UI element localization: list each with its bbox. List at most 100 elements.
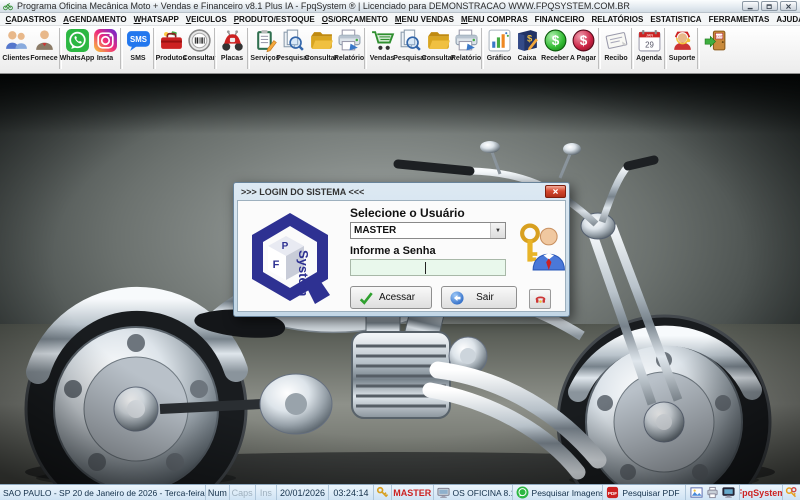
printer-icon	[337, 28, 362, 53]
status-os-version: OS OFICINA 8.1	[434, 485, 513, 500]
login-dialog: >>> LOGIN DO SISTEMA <<< P F System Sele…	[233, 182, 570, 317]
toolbar-button-suporte[interactable]: Suporte	[668, 27, 696, 63]
svg-text:F: F	[273, 259, 280, 271]
app-window: Programa Oficina Mecânica Moto + Vendas …	[0, 0, 800, 500]
password-label: Informe a Senha	[350, 245, 436, 257]
supplier-icon	[32, 28, 57, 53]
toolbar-button-agenda[interactable]: JAN29 Agenda	[635, 27, 663, 63]
services-icon	[253, 28, 278, 53]
toolbar-separator	[120, 28, 123, 69]
login-dialog-titlebar: >>> LOGIN DO SISTEMA <<<	[237, 183, 566, 200]
menu-item-veiculos[interactable]: VEICULOS	[182, 15, 230, 24]
fpq-logo: P F System	[247, 206, 333, 310]
user-select-value: MASTER	[351, 225, 490, 236]
status-user-key	[374, 485, 392, 500]
menu-item-financeiro[interactable]: FINANCEIRO	[531, 15, 588, 24]
user-key-icon	[519, 223, 566, 271]
toolbar-button-relat-rio[interactable]: Relatório	[452, 27, 480, 63]
search-docs-icon	[281, 28, 306, 53]
status-time: 03:24:14	[329, 485, 374, 500]
menu-item-whatsapp[interactable]: WHATSAPP	[130, 15, 182, 24]
menu-item-menu-vendas[interactable]: MENU VENDAS	[391, 15, 457, 24]
menu-item-estatistica[interactable]: ESTATISTICA	[647, 15, 705, 24]
toolbar-button-servi-os[interactable]: Serviços	[251, 27, 279, 63]
check-icon	[359, 291, 373, 305]
search-images-button[interactable]: Pesquisar Imagens	[513, 485, 604, 500]
support-icon	[670, 28, 695, 53]
toolbar-button-consultar[interactable]: Consultar	[424, 27, 452, 63]
toolbar: Clientes Fornece WhatsApp Insta SMS SMS …	[0, 26, 800, 74]
toolbar-button-relat-rio[interactable]: Relatório	[335, 27, 363, 63]
password-input[interactable]	[350, 259, 506, 276]
user-select-label: Selecione o Usuário	[350, 206, 465, 220]
login-dialog-body: P F System Selecione o Usuário MASTER ▼ …	[237, 200, 566, 312]
toolbar-button-consultar[interactable]: Consultar	[185, 27, 213, 63]
toolbar-button-vendas[interactable]: Vendas	[368, 27, 396, 63]
folder-icon	[309, 28, 334, 53]
status-caps-lock: Caps	[230, 485, 256, 500]
user-select[interactable]: MASTER ▼	[350, 222, 506, 239]
system-small-icon	[437, 486, 450, 499]
menu-item-produto-estoque[interactable]: PRODUTO/ESTOQUE	[230, 15, 318, 24]
maximize-button[interactable]	[761, 1, 778, 11]
access-button[interactable]: Acessar	[350, 286, 432, 309]
svg-text:JAN: JAN	[645, 34, 652, 38]
search-docs-icon	[398, 28, 423, 53]
toolbar-separator	[631, 28, 634, 69]
status-quick-icons	[686, 485, 739, 500]
dialog-close-button[interactable]	[545, 185, 566, 198]
exit-button[interactable]: Sair	[441, 286, 517, 309]
toolbar-button-whatsapp[interactable]: WhatsApp	[63, 27, 91, 63]
menu-item-ajuda[interactable]: AJUDA	[773, 15, 800, 24]
status-keys	[783, 485, 800, 500]
toolbar-button-pesquisar[interactable]: Pesquisar	[396, 27, 424, 63]
search-pdf-button[interactable]: PDF Pesquisar PDF	[603, 485, 686, 500]
text-caret	[425, 262, 426, 274]
status-insert: Ins	[256, 485, 278, 500]
toolbar-button-fornece[interactable]: Fornece	[30, 27, 58, 63]
keys-small-icon	[785, 486, 798, 499]
printer-small-icon[interactable]	[706, 486, 719, 499]
svg-text:EXIT: EXIT	[715, 35, 722, 39]
folder-icon	[426, 28, 451, 53]
sms-icon: SMS	[126, 28, 151, 53]
status-user: MASTER	[392, 485, 434, 500]
image-small-icon[interactable]	[690, 486, 703, 499]
menu-item-menu-compras[interactable]: MENU COMPRAS	[457, 15, 531, 24]
toolbar-button-receber[interactable]: $ Receber	[541, 27, 569, 63]
toolbar-button-produtos[interactable]: Produtos	[157, 27, 185, 63]
toolbar-button-clientes[interactable]: Clientes	[2, 27, 30, 63]
pay-money-icon: $	[571, 28, 596, 53]
close-icon	[785, 3, 792, 10]
toolbar-button-exit-door-icon[interactable]: EXIT	[701, 27, 729, 54]
toolbar-button-recibo[interactable]: Recibo	[602, 27, 630, 63]
menu-item-os-or-amento[interactable]: OS/ORÇAMENTO	[318, 15, 391, 24]
menu-item-relat-rios[interactable]: RELATÓRIOS	[588, 15, 647, 24]
toolbar-button-gr-fico[interactable]: Gráfico	[485, 27, 513, 63]
statusbar: SAO PAULO - SP 20 de Janeiro de 2026 - T…	[0, 484, 800, 500]
dialog-close-icon	[552, 188, 559, 195]
status-date: 20/01/2026	[277, 485, 328, 500]
toolbar-button-consultar[interactable]: Consultar	[307, 27, 335, 63]
phone-support-icon	[534, 293, 547, 306]
cash-book-icon: $	[515, 28, 540, 53]
close-button[interactable]	[780, 1, 797, 11]
toolbar-button-sms[interactable]: SMS SMS	[124, 27, 152, 63]
menu-item-ferramentas[interactable]: FERRAMENTAS	[705, 15, 773, 24]
status-brand: FpqSystem	[740, 485, 784, 500]
toolbar-button-pesquisar[interactable]: Pesquisar	[279, 27, 307, 63]
status-location-date: SAO PAULO - SP 20 de Janeiro de 2026 - T…	[0, 485, 206, 500]
monitor-small-icon[interactable]	[722, 486, 735, 499]
svg-text:SMS: SMS	[130, 35, 147, 44]
chevron-down-icon[interactable]: ▼	[490, 223, 505, 238]
support-dial-button[interactable]	[529, 289, 551, 309]
menu-item-agendamento[interactable]: AGENDAMENTO	[60, 15, 130, 24]
toolbar-button-placas[interactable]: Placas	[218, 27, 246, 63]
menu-item-cadastros[interactable]: CADASTROS	[2, 15, 60, 24]
minimize-button[interactable]	[742, 1, 759, 11]
toolbar-button-caixa[interactable]: $ Caixa	[513, 27, 541, 63]
toolbar-button-insta[interactable]: Insta	[91, 27, 119, 63]
window-titlebar: Programa Oficina Mecânica Moto + Vendas …	[0, 0, 800, 13]
maximize-icon	[766, 3, 773, 10]
toolbar-button-a-pagar[interactable]: $ A Pagar	[569, 27, 597, 63]
